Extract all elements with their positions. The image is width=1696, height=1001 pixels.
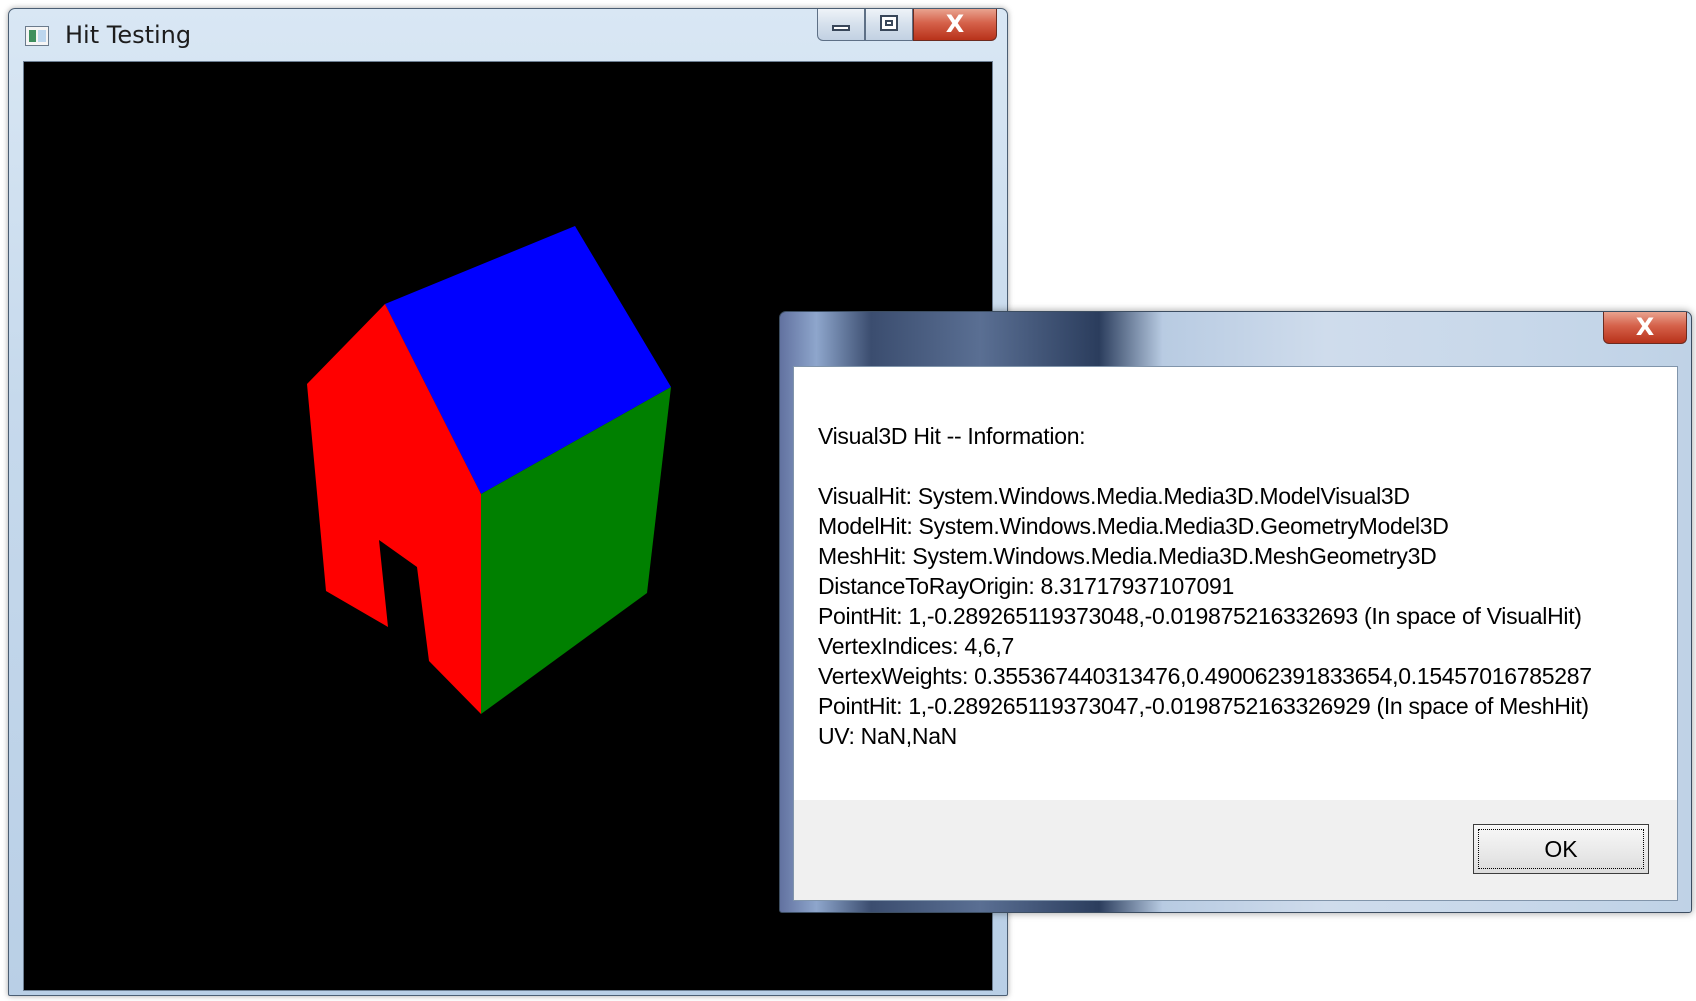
dialog-body: Visual3D Hit -- Information: VisualHit: … (793, 366, 1678, 901)
message-line: ModelHit: System.Windows.Media.Media3D.G… (818, 513, 1449, 539)
minimize-button[interactable] (817, 9, 865, 41)
caption-buttons: X (817, 9, 997, 43)
close-icon: X (1635, 313, 1655, 341)
app-window-icon (25, 26, 49, 46)
dialog-title-bar[interactable]: X (780, 312, 1691, 366)
message-line: PointHit: 1,-0.289265119373048,-0.019875… (818, 603, 1582, 629)
message-line: VertexWeights: 0.355367440313476,0.49006… (818, 663, 1592, 689)
restore-icon (880, 15, 898, 31)
message-line: DistanceToRayOrigin: 8.31717937107091 (818, 573, 1234, 599)
title-bar[interactable]: Hit Testing X (9, 9, 1007, 59)
dialog-heading: Visual3D Hit -- Information: (818, 423, 1086, 449)
message-line: VisualHit: System.Windows.Media.Media3D.… (818, 483, 1410, 509)
window-title: Hit Testing (65, 21, 192, 49)
message-spacer (818, 451, 1592, 481)
message-dialog: X Visual3D Hit -- Information: VisualHit… (779, 311, 1692, 913)
message-line: MeshHit: System.Windows.Media.Media3D.Me… (818, 543, 1437, 569)
dialog-close-button[interactable]: X (1603, 312, 1687, 344)
minimize-icon (832, 25, 850, 31)
message-line: VertexIndices: 4,6,7 (818, 633, 1015, 659)
close-icon: X (945, 10, 965, 38)
message-line: UV: NaN,NaN (818, 723, 957, 749)
close-button[interactable]: X (913, 9, 997, 41)
ok-button[interactable]: OK (1473, 824, 1649, 874)
dialog-button-area: OK (794, 800, 1677, 900)
dialog-message: Visual3D Hit -- Information: VisualHit: … (818, 421, 1592, 751)
restore-button[interactable] (865, 9, 913, 41)
message-line: PointHit: 1,-0.289265119373047,-0.019875… (818, 693, 1589, 719)
